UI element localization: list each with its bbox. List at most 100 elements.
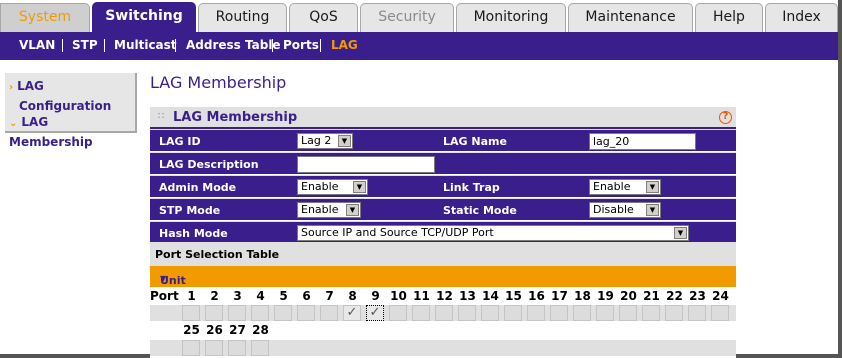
port-checkbox-19[interactable] — [596, 305, 614, 321]
tab-monitoring[interactable]: Monitoring — [456, 3, 566, 32]
port-number-label: 25 — [183, 323, 200, 337]
port-checkbox-28[interactable] — [251, 340, 269, 356]
page-title: LAG Membership — [150, 73, 287, 92]
hash-mode-select[interactable]: Source IP and Source TCP/UDP Port ▼ — [297, 225, 689, 241]
port-number-label: 5 — [279, 289, 288, 303]
tab-routing[interactable]: Routing — [198, 3, 287, 32]
port-number-label: 3 — [233, 289, 242, 303]
dropdown-arrow-icon: ▼ — [646, 204, 659, 216]
sidebar-item-lag-configuration[interactable]: › LAG Configuration — [9, 77, 111, 115]
panel-title: LAG Membership — [173, 110, 298, 125]
port-selection-table-title: Port Selection Table — [155, 248, 280, 261]
row-lag-description: LAG Description — [150, 153, 736, 175]
admin-mode-label: Admin Mode — [159, 181, 237, 194]
port-checkbox-11[interactable] — [412, 305, 430, 321]
port-checkbox-9[interactable]: ✓ — [366, 305, 384, 321]
tab-qos[interactable]: QoS — [289, 3, 358, 32]
subnav-separator — [320, 39, 321, 52]
help-icon[interactable]: ? — [719, 111, 732, 124]
port-number-label: 8 — [348, 289, 357, 303]
admin-mode-select[interactable]: Enable ▼ — [297, 179, 368, 195]
subnav-ports[interactable]: Ports — [283, 32, 319, 60]
port-number-label: 21 — [643, 289, 660, 303]
tab-maintenance[interactable]: Maintenance — [568, 3, 693, 32]
subnav-separator — [272, 39, 273, 52]
subnav-address-table[interactable]: Address Table — [186, 32, 281, 60]
subnav-multicast[interactable]: Multicast — [114, 32, 177, 60]
tab-switching[interactable]: Switching — [92, 2, 196, 33]
subnav-stp[interactable]: STP — [72, 32, 98, 60]
port-checkbox-16[interactable] — [527, 305, 545, 321]
link-trap-select[interactable]: Enable ▼ — [589, 179, 661, 195]
port-number-label: 14 — [482, 289, 499, 303]
port-number-label: 27 — [229, 323, 246, 337]
port-number-label: 11 — [413, 289, 430, 303]
port-checkbox-15[interactable] — [504, 305, 522, 321]
port-checkbox-7[interactable] — [320, 305, 338, 321]
port-checkbox-23[interactable] — [688, 305, 706, 321]
port-checkbox-12[interactable] — [435, 305, 453, 321]
port-number-label: 12 — [436, 289, 453, 303]
tab-index[interactable]: Index — [765, 3, 838, 32]
port-number-label: 7 — [325, 289, 334, 303]
dropdown-arrow-icon: ▼ — [646, 181, 659, 193]
grip-icon: ∷ — [158, 111, 165, 122]
port-checkbox-24[interactable] — [711, 305, 729, 321]
lag-id-select[interactable]: Lag 2 ▼ — [297, 133, 353, 149]
port-checkbox-5[interactable] — [274, 305, 292, 321]
port-checkbox-21[interactable] — [642, 305, 660, 321]
stp-mode-value: Enable — [301, 203, 339, 216]
port-number-label: 13 — [459, 289, 476, 303]
port-checkbox-17[interactable] — [550, 305, 568, 321]
dropdown-arrow-icon: ▼ — [353, 181, 366, 193]
stp-mode-select[interactable]: Enable ▼ — [297, 202, 361, 218]
panel-header: ∷ LAG Membership ? — [150, 107, 736, 129]
port-number-label: 28 — [252, 323, 269, 337]
port-number-label: 10 — [390, 289, 407, 303]
subnav-vlan[interactable]: VLAN — [19, 32, 55, 60]
port-selection-grid: Port 1 2 3 4 5 6 7 8 ✓ 9 ✓ 10 11 12 13 14 15 16 17 18 19 20 21… — [150, 287, 736, 358]
dropdown-arrow-icon: ▼ — [346, 204, 359, 216]
subnav-separator — [175, 39, 176, 52]
tab-security[interactable]: Security — [360, 3, 454, 32]
lag-description-input[interactable] — [297, 156, 435, 173]
main-nav-tabs: System Switching Routing QoS Security Mo… — [0, 0, 838, 33]
port-number-label: 26 — [206, 323, 223, 337]
port-checkbox-6[interactable] — [297, 305, 315, 321]
sidebar: › LAG Configuration ⌄ LAG Membership — [5, 73, 137, 149]
port-checkbox-14[interactable] — [481, 305, 499, 321]
tab-help[interactable]: Help — [695, 3, 763, 32]
lag-id-label: LAG ID — [159, 135, 201, 148]
port-checkbox-22[interactable] — [665, 305, 683, 321]
port-checkbox-1[interactable] — [182, 305, 200, 321]
sidebar-item-lag-membership[interactable]: ⌄ LAG Membership — [9, 113, 135, 151]
subnav-lag[interactable]: LAG — [331, 32, 358, 60]
port-number-label: 22 — [666, 289, 683, 303]
port-number-label: 20 — [620, 289, 637, 303]
stp-mode-label: STP Mode — [159, 204, 221, 217]
port-checkbox-18[interactable] — [573, 305, 591, 321]
port-checkbox-4[interactable] — [251, 305, 269, 321]
sidebar-item-label: LAG — [17, 79, 44, 93]
chevron-right-icon: › — [9, 82, 14, 93]
row-lag-id: LAG ID Lag 2 ▼ LAG Name lag_20 — [150, 130, 736, 152]
unit-bar[interactable]: ▼Unit 1 — [150, 266, 736, 300]
static-mode-select[interactable]: Disable ▼ — [589, 202, 661, 218]
lag-name-input[interactable]: lag_20 — [589, 133, 696, 150]
port-checkbox-27[interactable] — [228, 340, 246, 356]
port-number-label: 2 — [210, 289, 219, 303]
port-number-label: 1 — [187, 289, 196, 303]
port-checkbox-20[interactable] — [619, 305, 637, 321]
port-checkbox-3[interactable] — [228, 305, 246, 321]
link-trap-label: Link Trap — [443, 181, 500, 194]
lag-membership-panel: ∷ LAG Membership ? LAG ID Lag 2 ▼ LAG Na… — [150, 107, 736, 358]
port-checkbox-26[interactable] — [205, 340, 223, 356]
port-checkbox-25[interactable] — [182, 340, 200, 356]
port-checkbox-10[interactable] — [389, 305, 407, 321]
lag-id-value: Lag 2 — [301, 134, 332, 147]
port-checkbox-2[interactable] — [205, 305, 223, 321]
tab-system[interactable]: System — [0, 3, 90, 32]
port-checkbox-13[interactable] — [458, 305, 476, 321]
port-selection-table-heading: Port Selection Table — [150, 242, 736, 266]
port-checkbox-8[interactable]: ✓ — [343, 305, 361, 321]
